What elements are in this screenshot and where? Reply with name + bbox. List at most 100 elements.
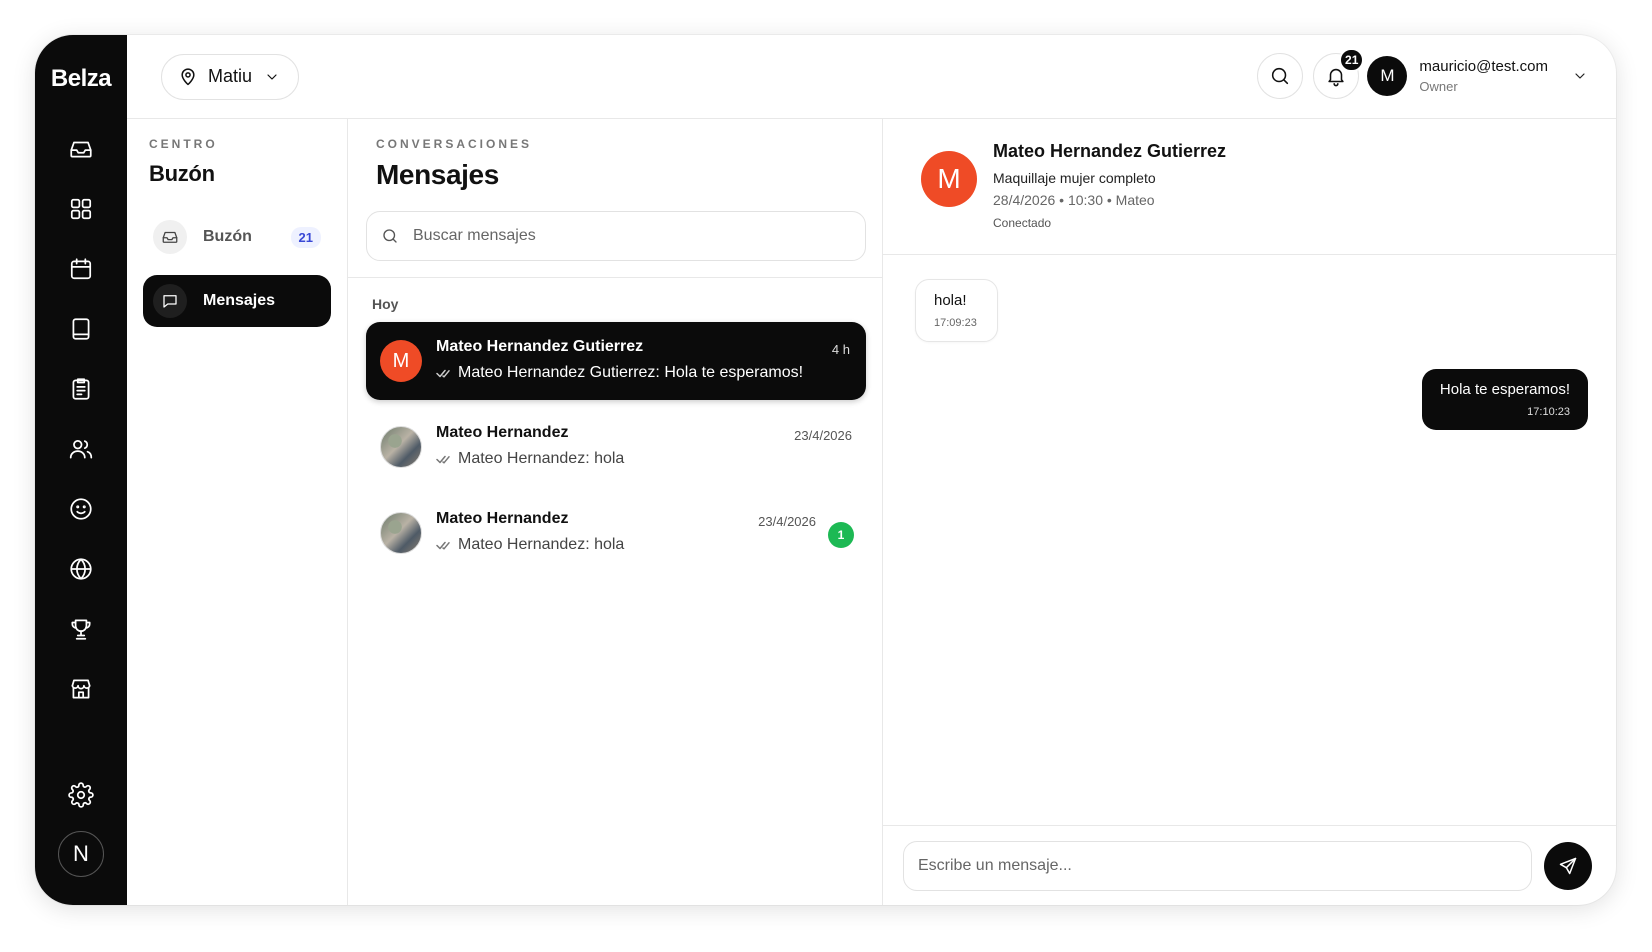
group-label-today: Hoy xyxy=(372,296,399,312)
topbar: Matiu 21 M mauricio@test.com Owner xyxy=(127,35,1616,119)
chat-service: Maquillaje mujer completo xyxy=(993,170,1156,186)
user-avatar[interactable]: M xyxy=(1367,56,1408,96)
conversation-name: Mateo Hernandez Gutierrez xyxy=(436,338,644,355)
unread-badge: 1 xyxy=(828,522,854,548)
chat-contact-avatar: M xyxy=(921,151,977,207)
conversation-preview-text: Mateo Hernandez: hola xyxy=(458,450,625,467)
rail-bottom: N xyxy=(58,773,104,877)
rail-calendar-button[interactable] xyxy=(59,247,103,291)
clipboard-icon xyxy=(72,378,90,400)
rail-inbox-button[interactable] xyxy=(59,127,103,171)
rail-feedback-button[interactable] xyxy=(59,487,103,531)
users-icon xyxy=(69,440,93,459)
double-check-icon xyxy=(436,369,450,378)
calendar-icon xyxy=(70,258,92,280)
conversation-text: Mateo Hernandez Gutierrez Mateo Hernande… xyxy=(436,338,852,382)
map-pin-icon xyxy=(181,67,195,85)
book-icon xyxy=(72,318,90,340)
location-selector[interactable]: Matiu xyxy=(161,53,300,100)
contact-photo-avatar xyxy=(380,426,422,468)
subnav-count-badge: 21 xyxy=(290,226,321,248)
rail-nav xyxy=(59,127,103,727)
workspace-avatar[interactable]: N xyxy=(58,831,104,877)
app-window: Belza N Matiu 21 M mauricio@test.com Own… xyxy=(35,35,1616,905)
chat-panel: M Mateo Hernandez Gutierrez Maquillaje m… xyxy=(883,119,1616,905)
rail-book-button[interactable] xyxy=(59,307,103,351)
rail-reports-button[interactable] xyxy=(59,367,103,411)
conversation-time: 4 h xyxy=(831,342,850,357)
rail-dashboard-button[interactable] xyxy=(59,187,103,231)
conversations-header: CONVERSACIONES Mensajes xyxy=(348,119,882,261)
smile-icon xyxy=(70,498,92,520)
conversation-item[interactable]: Mateo Hernandez Mateo Hernandez: hola 23… xyxy=(366,494,866,572)
message-composer xyxy=(883,825,1616,905)
search-icon xyxy=(1272,67,1289,85)
rail-settings-button[interactable] xyxy=(59,773,103,817)
conversation-time: 23/4/2026 xyxy=(794,428,852,443)
message-text: Hola te esperamos! xyxy=(1439,381,1570,398)
subnav-item-buzon[interactable]: Buzón 21 xyxy=(143,211,331,263)
store-icon xyxy=(71,679,91,699)
conversation-preview: Mateo Hernandez: hola xyxy=(436,450,852,468)
outgoing-message: Hola te esperamos! 17:10:23 xyxy=(1421,369,1588,430)
inbox-icon xyxy=(70,141,92,158)
message-thread: hola! 17:09:23 Hola te esperamos! 17:10:… xyxy=(883,255,1616,825)
content-row: CENTRO Buzón Buzón 21 Mensajes CONVERSAC… xyxy=(127,119,1616,905)
conversations-panel: CONVERSACIONES Mensajes Hoy M Mateo Hern… xyxy=(348,119,883,905)
globe-icon xyxy=(70,558,92,580)
inbox-subnav: CENTRO Buzón Buzón 21 Mensajes xyxy=(127,119,348,905)
double-check-icon xyxy=(436,541,450,550)
message-time: 17:09:23 xyxy=(934,317,977,329)
chat-header: M Mateo Hernandez Gutierrez Maquillaje m… xyxy=(883,119,1616,255)
contact-photo-avatar xyxy=(380,512,422,554)
message-search xyxy=(366,211,866,261)
chat-appointment-meta: 28/4/2026 • 10:30 • Mateo xyxy=(993,192,1155,208)
rail-rewards-button[interactable] xyxy=(59,607,103,651)
conversation-preview-text: Mateo Hernandez Gutierrez: Hola te esper… xyxy=(458,364,804,381)
conversations-title: Mensajes xyxy=(376,159,499,190)
inbox-icon xyxy=(153,220,187,254)
search-button[interactable] xyxy=(1257,53,1304,99)
gear-icon xyxy=(68,782,94,808)
rail-web-button[interactable] xyxy=(59,547,103,591)
conversations-eyebrow: CONVERSACIONES xyxy=(376,137,533,151)
chevron-down-icon[interactable] xyxy=(1572,68,1588,84)
subnav-eyebrow: CENTRO xyxy=(149,137,218,151)
chat-contact-info: Mateo Hernandez Gutierrez Maquillaje muj… xyxy=(993,141,1226,230)
conversation-time: 23/4/2026 xyxy=(758,514,816,529)
brand-logo[interactable]: Belza xyxy=(51,65,112,93)
user-role: Owner xyxy=(1419,79,1458,94)
subnav-item-label: Buzón xyxy=(203,228,252,245)
search-icon xyxy=(383,229,397,243)
chat-status: Conectado xyxy=(993,216,1052,230)
conversation-item[interactable]: Mateo Hernandez Mateo Hernandez: hola 23… xyxy=(366,408,866,486)
rail-store-button[interactable] xyxy=(59,667,103,711)
send-button[interactable] xyxy=(1544,841,1592,890)
chat-contact-name: Mateo Hernandez Gutierrez xyxy=(993,141,1227,161)
rail-clients-button[interactable] xyxy=(59,427,103,471)
conversation-text: Mateo Hernandez Mateo Hernandez: hola xyxy=(436,424,852,468)
conversation-preview-text: Mateo Hernandez: hola xyxy=(458,536,625,553)
subnav-title: Buzón xyxy=(149,161,215,186)
message-square-icon xyxy=(153,284,187,318)
contact-avatar: M xyxy=(380,340,422,382)
grid-icon xyxy=(70,198,92,220)
message-input[interactable] xyxy=(903,840,1532,891)
message-time: 17:10:23 xyxy=(1527,406,1570,418)
left-rail: Belza N xyxy=(35,35,127,905)
double-check-icon xyxy=(436,455,450,464)
user-email: mauricio@test.com xyxy=(1419,58,1548,75)
subnav-item-label: Mensajes xyxy=(203,292,276,309)
topbar-actions: 21 M mauricio@test.com Owner xyxy=(1247,48,1588,99)
message-search-input[interactable] xyxy=(413,227,833,245)
subnav-item-mensajes[interactable]: Mensajes xyxy=(143,275,331,327)
notifications-button[interactable]: 21 xyxy=(1313,48,1365,99)
trophy-icon xyxy=(71,619,91,640)
conversation-preview: Mateo Hernandez Gutierrez: Hola te esper… xyxy=(436,364,852,382)
user-info[interactable]: mauricio@test.com Owner xyxy=(1419,58,1548,94)
message-text: hola! xyxy=(934,292,967,309)
conversation-item[interactable]: M Mateo Hernandez Gutierrez Mateo Hernan… xyxy=(366,322,866,400)
location-name: Matiu xyxy=(208,66,253,86)
notifications-badge: 21 xyxy=(1339,48,1365,72)
conversation-preview: Mateo Hernandez: hola xyxy=(436,536,852,554)
